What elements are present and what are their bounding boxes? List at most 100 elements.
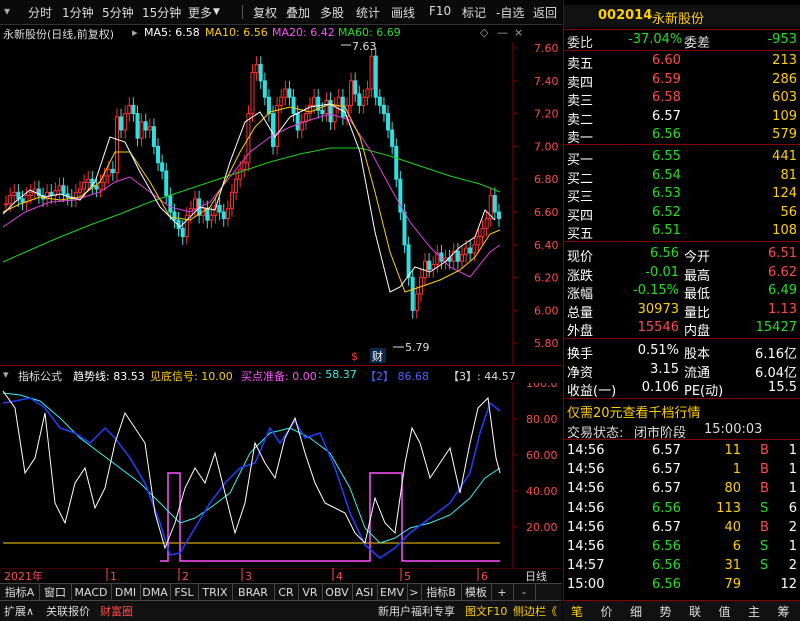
tab-14[interactable]: 指标B	[421, 584, 462, 601]
tab-7[interactable]: BRAR	[232, 584, 275, 601]
tab-6[interactable]: TRIX	[198, 584, 233, 601]
tab-4[interactable]: DMA	[140, 584, 171, 601]
stat-row: 收益(一) 0.106 PE(动) 15.5	[564, 379, 800, 399]
tab-17[interactable]: -	[513, 584, 536, 601]
candle-body	[386, 113, 391, 131]
tick-price: 6.57	[652, 519, 681, 535]
candle-body	[349, 80, 354, 106]
candle-body	[291, 96, 296, 115]
tab-16[interactable]: +	[491, 584, 514, 601]
candle-body	[114, 116, 119, 174]
quote-nav-1[interactable]: 价	[601, 603, 613, 620]
toolbar-diejia[interactable]: 叠加	[286, 4, 310, 21]
tab-12[interactable]: EMV	[377, 584, 408, 601]
tick-row: 14:56 6.57 11 B 1	[564, 442, 800, 460]
chevron-down-icon[interactable]: ▼	[213, 7, 220, 17]
close-icon[interactable]: ×	[514, 26, 523, 39]
indicator-tab-bar: 指标A 窗口 MACD DMI DMA FSL TRIX BRAR CR VR OBV ASI EMV >…	[0, 583, 562, 601]
quote-nav-5[interactable]: 值	[719, 603, 731, 620]
tick-volume: 79	[724, 577, 741, 593]
tab-13[interactable]: >	[407, 584, 422, 601]
ask-row[interactable]: 卖二 6.57 109	[564, 108, 800, 128]
quote-nav-0[interactable]: 笔	[571, 603, 583, 620]
tick-direction: B	[760, 443, 769, 458]
toolbar-fuquan[interactable]: 复权	[253, 4, 277, 21]
candle-body	[484, 218, 489, 229]
quote-nav-4[interactable]: 联	[689, 603, 701, 620]
bid-row[interactable]: 买五 6.51 108	[564, 222, 800, 242]
bid-row[interactable]: 买二 6.54 81	[564, 167, 800, 187]
toolbar-1min[interactable]: 1分钟	[62, 4, 94, 21]
quote-nav-7[interactable]: 筹	[778, 603, 790, 620]
tab-1[interactable]: 窗口	[39, 584, 72, 601]
candle-body	[147, 126, 152, 131]
indicator-name[interactable]: 指标公式	[18, 368, 62, 384]
candle-body	[20, 198, 25, 203]
tab-2[interactable]: MACD	[71, 584, 112, 601]
minus-icon[interactable]: —	[497, 26, 508, 39]
toolbar-duogu[interactable]: 多股	[320, 4, 344, 21]
bid-row[interactable]: 买一 6.55 441	[564, 148, 800, 168]
stat-value: 15546	[637, 320, 679, 335]
candle-body	[139, 121, 144, 139]
related-quote-button[interactable]: 关联报价	[46, 603, 90, 619]
toolbar-zixuan[interactable]: -自选	[496, 4, 524, 21]
ma10-value: MA10: 6.56	[205, 26, 268, 39]
bid-row[interactable]: 买三 6.53 124	[564, 185, 800, 205]
toolbar-fenshi[interactable]: 分时	[28, 4, 52, 21]
candle-body	[468, 247, 473, 254]
wealth-circle-button[interactable]: 财富圈	[100, 603, 133, 619]
candle-body	[295, 113, 300, 131]
toolbar-biaoji[interactable]: 标记	[462, 4, 486, 21]
expand-button[interactable]: 扩展∧	[4, 603, 34, 619]
dropdown-icon[interactable]: ▾	[4, 4, 10, 18]
ask-row[interactable]: 卖三 6.58 603	[564, 89, 800, 109]
tick-price: 6.56	[652, 500, 681, 516]
tab-0[interactable]: 指标A	[0, 584, 40, 601]
toolbar-15min[interactable]: 15分钟	[142, 4, 181, 21]
candle-body	[123, 113, 128, 131]
stat-value: 6.04亿	[755, 365, 797, 381]
bid-row[interactable]: 买四 6.52 56	[564, 204, 800, 224]
f10-button[interactable]: 图文F10	[465, 603, 507, 619]
weicha-value: -953	[767, 32, 797, 47]
tab-5[interactable]: FSL	[170, 584, 199, 601]
sidebar-button[interactable]: 侧边栏《	[513, 603, 557, 619]
tab-8[interactable]: CR	[274, 584, 299, 601]
stat-label: 净资	[567, 365, 594, 381]
quote-nav-6[interactable]: 主	[748, 603, 760, 620]
ask-volume: 603	[772, 90, 797, 105]
tab-10[interactable]: OBV	[322, 584, 353, 601]
tab-15[interactable]: 模板	[461, 584, 492, 601]
level2-promo[interactable]: 仅需20元查看千档行情	[567, 402, 701, 421]
ask-row[interactable]: 卖一 6.56 579	[564, 126, 800, 146]
settings-icon[interactable]: ◇	[480, 26, 488, 39]
month-tick-label: 2	[182, 570, 189, 583]
tab-9[interactable]: VR	[298, 584, 323, 601]
toolbar-huaxian[interactable]: 画线	[391, 4, 415, 21]
ask-row[interactable]: 卖五 6.60 213	[564, 52, 800, 72]
candle-body	[394, 145, 399, 180]
tab-3[interactable]: DMI	[111, 584, 141, 601]
indicator-tick-label: 20.00	[526, 521, 558, 534]
toolbar-more[interactable]: 更多	[188, 4, 212, 21]
indicator-chart[interactable]: 100.0 80.00 60.00 40.00 20.00	[0, 383, 562, 568]
price-tick-label: 6.80	[534, 173, 559, 186]
toolbar-f10[interactable]: F10	[429, 4, 451, 18]
quote-nav-2[interactable]: 细	[630, 603, 642, 620]
bid-price: 6.53	[652, 186, 681, 201]
new-user-promo[interactable]: 新用户福利专享	[378, 603, 455, 619]
tick-count: 1	[788, 462, 797, 478]
toolbar-fanhui[interactable]: 返回	[533, 4, 557, 21]
tab-11[interactable]: ASI	[352, 584, 378, 601]
toolbar-tongji[interactable]: 统计	[356, 4, 380, 21]
dropdown-icon[interactable]: ▾	[3, 368, 9, 381]
bid-price: 6.51	[652, 223, 681, 238]
stat-label: 内盘	[684, 324, 711, 339]
ask-row[interactable]: 卖四 6.59 286	[564, 71, 800, 91]
quote-nav-3[interactable]: 势	[660, 603, 672, 620]
stat-label: 股本	[684, 347, 711, 362]
toolbar-5min[interactable]: 5分钟	[102, 4, 134, 21]
candlestick-chart[interactable]: 7.60 7.40 7.20 7.00 6.80 6.60 6.40 6.20 6.00 5.80…	[0, 42, 562, 365]
tick-volume: 80	[724, 481, 741, 497]
